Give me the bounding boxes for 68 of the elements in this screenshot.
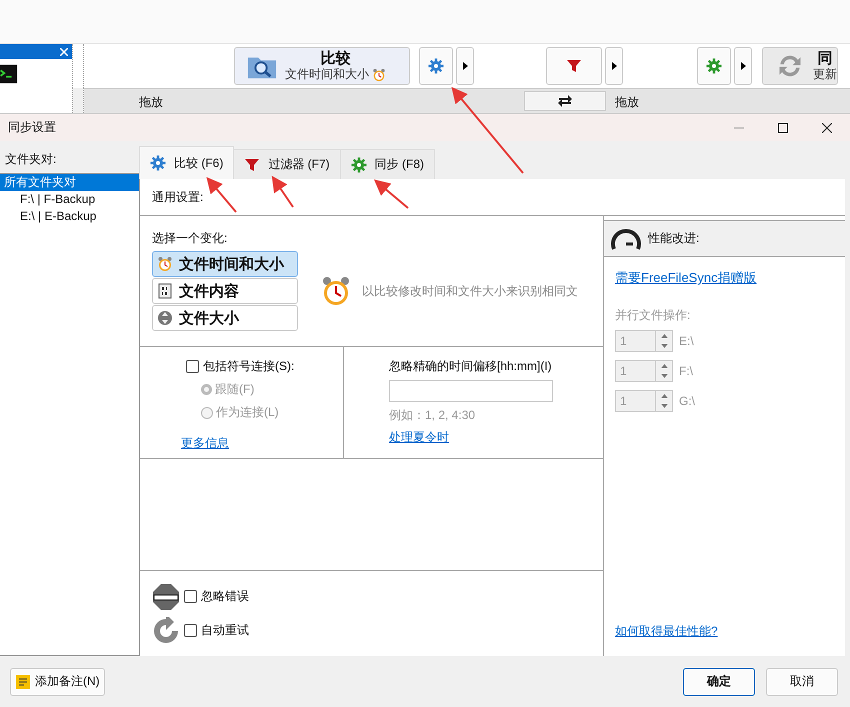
window-title: 同步设置 bbox=[8, 119, 56, 136]
annotation-arrow bbox=[374, 179, 409, 209]
synchronize-button[interactable]: 同 更新 bbox=[762, 47, 838, 85]
column-header: 拖放 bbox=[139, 94, 164, 111]
tab[interactable]: 比较 (F6) bbox=[139, 146, 234, 179]
list-item[interactable]: F:\ | F-Backup bbox=[0, 191, 139, 208]
alarm-clock-icon bbox=[372, 68, 386, 82]
radio-label: 跟随(F) bbox=[215, 381, 254, 398]
compare-button[interactable]: 比较 文件时间和大小 bbox=[234, 47, 410, 85]
settings-button[interactable] bbox=[419, 47, 453, 85]
time-offset-field[interactable] bbox=[389, 380, 553, 402]
dropdown-button[interactable] bbox=[734, 47, 752, 85]
section-heading: 性能改进: bbox=[648, 230, 700, 247]
cancel-button[interactable]: 取消 bbox=[766, 668, 838, 696]
gear-icon bbox=[428, 58, 444, 74]
section-label: 选择一个变化: bbox=[152, 231, 228, 245]
variant-option[interactable]: 文件内容 bbox=[152, 278, 298, 304]
gear-icon bbox=[150, 155, 166, 171]
dropdown-button[interactable] bbox=[605, 47, 623, 85]
list-item[interactable]: E:\ | E-Backup bbox=[0, 208, 139, 225]
terminal-icon[interactable] bbox=[0, 63, 18, 85]
tab[interactable]: 过滤器 (F7) bbox=[233, 149, 341, 179]
checkbox-label: 忽略错误 bbox=[201, 588, 249, 605]
caret-icon bbox=[740, 62, 746, 70]
list-item[interactable]: 所有文件夹对 bbox=[0, 174, 139, 191]
filter-button[interactable] bbox=[546, 47, 602, 85]
radio-label: 作为连接(L) bbox=[216, 404, 279, 421]
maximize-icon[interactable] bbox=[778, 122, 788, 132]
dst-link[interactable]: 处理夏令时 bbox=[389, 429, 449, 446]
add-note-button[interactable]: 添加备注(N) bbox=[10, 668, 105, 696]
binary-file-icon bbox=[157, 283, 173, 299]
field-label: 忽略精确的时间偏移[hh:mm](I) bbox=[389, 358, 552, 375]
gauge-icon bbox=[610, 226, 642, 250]
variant-option[interactable]: 文件时间和大小 bbox=[152, 251, 298, 277]
gear-icon bbox=[350, 156, 367, 172]
checkbox[interactable] bbox=[184, 590, 197, 603]
folder-pairs-label: 文件夹对: bbox=[4, 151, 58, 168]
swap-sides-button[interactable] bbox=[524, 91, 606, 111]
variant-description: 以比较修改时间和文件大小来识别相同文 bbox=[362, 282, 578, 300]
checkbox[interactable] bbox=[184, 624, 197, 637]
variant-option[interactable]: 文件大小 bbox=[152, 305, 298, 331]
annotation-arrow bbox=[272, 176, 294, 208]
checkbox-label: 自动重试 bbox=[201, 622, 249, 639]
alarm-clock-icon bbox=[157, 256, 173, 272]
drive-label: F:\ bbox=[679, 364, 693, 378]
close-icon[interactable] bbox=[822, 122, 832, 132]
retry-icon bbox=[152, 616, 180, 644]
alarm-clock-icon bbox=[320, 275, 352, 307]
checkbox-label: 包括符号连接(S): bbox=[203, 358, 294, 375]
swap-icon bbox=[557, 93, 573, 109]
note-icon bbox=[15, 674, 31, 690]
annotation-arrow bbox=[206, 176, 237, 213]
drive-label: G:\ bbox=[679, 394, 696, 408]
caret-icon bbox=[462, 62, 468, 70]
ok-button[interactable]: 确定 bbox=[683, 668, 755, 696]
section-heading: 通用设置: bbox=[152, 188, 204, 206]
funnel-icon bbox=[566, 58, 582, 74]
tab[interactable]: 同步 (F8) bbox=[340, 149, 436, 179]
example-hint: 例如：1, 2, 4:30 bbox=[389, 407, 476, 424]
stop-sign-icon bbox=[152, 582, 180, 610]
column-header: 拖放 bbox=[615, 94, 639, 111]
funnel-icon bbox=[244, 156, 260, 172]
arrows-circle-icon bbox=[157, 310, 173, 326]
dropdown-button[interactable] bbox=[456, 47, 474, 85]
field-label: 并行文件操作: bbox=[615, 307, 692, 324]
caret-icon bbox=[612, 62, 616, 70]
drive-label: E:\ bbox=[679, 334, 694, 348]
gear-icon bbox=[706, 58, 722, 74]
